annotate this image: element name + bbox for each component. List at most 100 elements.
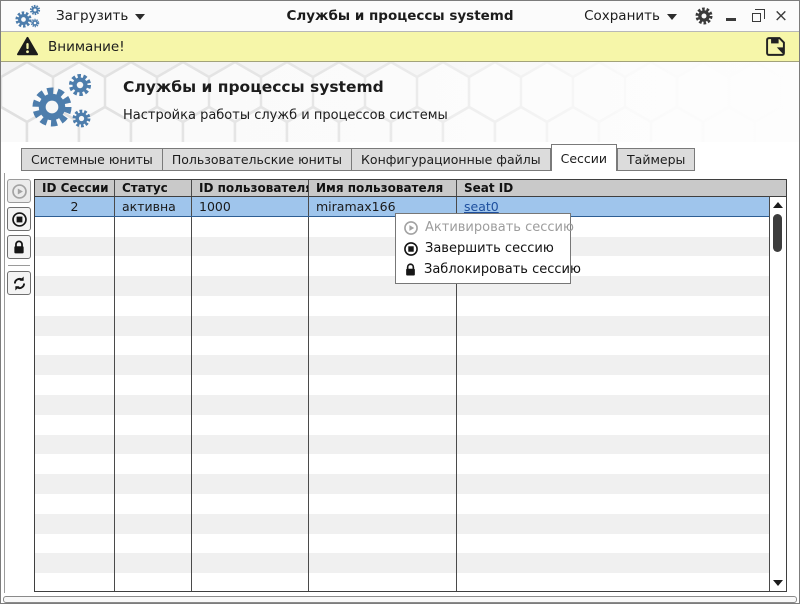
close-icon: × <box>774 9 788 23</box>
empty-cell <box>457 316 771 336</box>
table-row-empty[interactable] <box>35 494 771 514</box>
seat-link[interactable]: seat0 <box>464 199 499 214</box>
banner-subtitle: Настройка работы служб и процессов систе… <box>123 108 448 123</box>
refresh-button[interactable] <box>7 271 31 295</box>
tab-system-units[interactable]: Системные юниты <box>21 148 163 171</box>
empty-cell <box>457 435 771 455</box>
save-menu-button[interactable]: Сохранить <box>584 8 677 24</box>
load-menu-button[interactable]: Загрузить <box>56 8 145 24</box>
chevron-down-icon <box>135 14 145 20</box>
empty-cell <box>115 494 192 514</box>
column-header-seat-id[interactable]: Seat ID <box>457 180 786 196</box>
save-menu-label: Сохранить <box>584 8 660 24</box>
load-menu-label: Загрузить <box>56 8 128 24</box>
menu-item-label: Активировать сессию <box>425 220 574 235</box>
horizontal-scrollbar[interactable] <box>3 596 797 603</box>
empty-cell <box>457 454 771 474</box>
tab-config-files[interactable]: Конфигурационные файлы <box>352 148 551 171</box>
menu-item-terminate-session[interactable]: Завершить сессию <box>398 238 568 259</box>
maximize-button[interactable] <box>748 8 764 24</box>
column-header-session-id[interactable]: ID Сессии <box>35 180 115 196</box>
cell-session-id: 2 <box>35 197 115 216</box>
lock-session-button[interactable] <box>7 235 31 259</box>
app-window: Загрузить Службы и процессы systemd Сохр… <box>0 0 800 604</box>
table-row-empty[interactable] <box>35 375 771 395</box>
empty-cell <box>309 573 457 592</box>
tab-sessions[interactable]: Сессии <box>551 144 617 171</box>
empty-cell <box>457 395 771 415</box>
empty-cell <box>457 336 771 356</box>
app-logo-gears-icon <box>14 4 42 30</box>
empty-cell <box>35 573 115 592</box>
empty-cell <box>192 296 309 316</box>
empty-cell <box>35 395 115 415</box>
table-row-empty[interactable] <box>35 573 771 592</box>
empty-cell <box>35 514 115 534</box>
table-row-empty[interactable] <box>35 553 771 573</box>
empty-cell <box>192 534 309 554</box>
column-header-status[interactable]: Статус <box>115 180 192 196</box>
vertical-scrollbar[interactable] <box>769 197 786 591</box>
table-row-empty[interactable] <box>35 514 771 534</box>
empty-cell <box>192 474 309 494</box>
empty-cell <box>115 237 192 257</box>
banner-fade-overlay <box>1 62 799 142</box>
titlebar: Загрузить Службы и процессы systemd Сохр… <box>1 1 799 32</box>
scrollbar-thumb[interactable] <box>773 214 782 252</box>
table-row-empty[interactable] <box>35 534 771 554</box>
empty-cell <box>35 553 115 573</box>
empty-cell <box>35 237 115 257</box>
lock-icon <box>11 239 27 255</box>
table-row-empty[interactable] <box>35 435 771 455</box>
tab-user-units[interactable]: Пользовательские юниты <box>163 148 352 171</box>
empty-cell <box>309 454 457 474</box>
empty-cell <box>457 355 771 375</box>
play-circle-icon <box>403 220 419 236</box>
table-row-empty[interactable] <box>35 316 771 336</box>
table-row-empty[interactable] <box>35 336 771 356</box>
empty-cell <box>192 256 309 276</box>
activate-session-button[interactable] <box>7 179 31 203</box>
empty-cell <box>35 217 115 237</box>
empty-cell <box>192 276 309 296</box>
table-row-empty[interactable] <box>35 454 771 474</box>
empty-cell <box>115 474 192 494</box>
empty-cell <box>115 256 192 276</box>
terminate-session-button[interactable] <box>7 207 31 231</box>
table-row-empty[interactable] <box>35 474 771 494</box>
empty-cell <box>35 256 115 276</box>
column-header-user-name[interactable]: Имя пользователя <box>309 180 457 196</box>
toolbar-handle[interactable] <box>4 173 5 593</box>
empty-cell <box>192 514 309 534</box>
settings-gear-icon[interactable] <box>694 6 714 26</box>
table-row-empty[interactable] <box>35 395 771 415</box>
empty-cell <box>192 316 309 336</box>
arrow-up-icon <box>773 202 783 208</box>
empty-cell <box>35 336 115 356</box>
empty-cell <box>115 375 192 395</box>
tab-bar: Системные юниты Пользовательские юниты К… <box>1 142 799 171</box>
tab-timers[interactable]: Таймеры <box>617 148 695 171</box>
empty-cell <box>309 494 457 514</box>
cell-status: активна <box>115 197 192 216</box>
warning-bar: Внимание! <box>1 32 799 62</box>
minimize-button[interactable] <box>723 8 739 24</box>
table-row-empty[interactable] <box>35 355 771 375</box>
empty-cell <box>115 573 192 592</box>
menu-item-activate-session: Активировать сессию <box>398 217 568 238</box>
table-row-empty[interactable] <box>35 415 771 435</box>
scroll-down-button[interactable] <box>770 576 786 590</box>
column-header-user-id[interactable]: ID пользователя <box>192 180 309 196</box>
stop-circle-icon <box>11 211 28 228</box>
save-file-icon[interactable] <box>764 35 787 58</box>
scroll-up-button[interactable] <box>770 198 786 212</box>
close-button[interactable]: × <box>773 8 789 24</box>
empty-cell <box>192 435 309 455</box>
menu-item-lock-session[interactable]: Заблокировать сессию <box>398 259 568 280</box>
empty-cell <box>35 534 115 554</box>
empty-cell <box>115 534 192 554</box>
empty-cell <box>309 534 457 554</box>
empty-cell <box>115 276 192 296</box>
menu-item-label: Завершить сессию <box>425 241 554 256</box>
table-row-empty[interactable] <box>35 296 771 316</box>
